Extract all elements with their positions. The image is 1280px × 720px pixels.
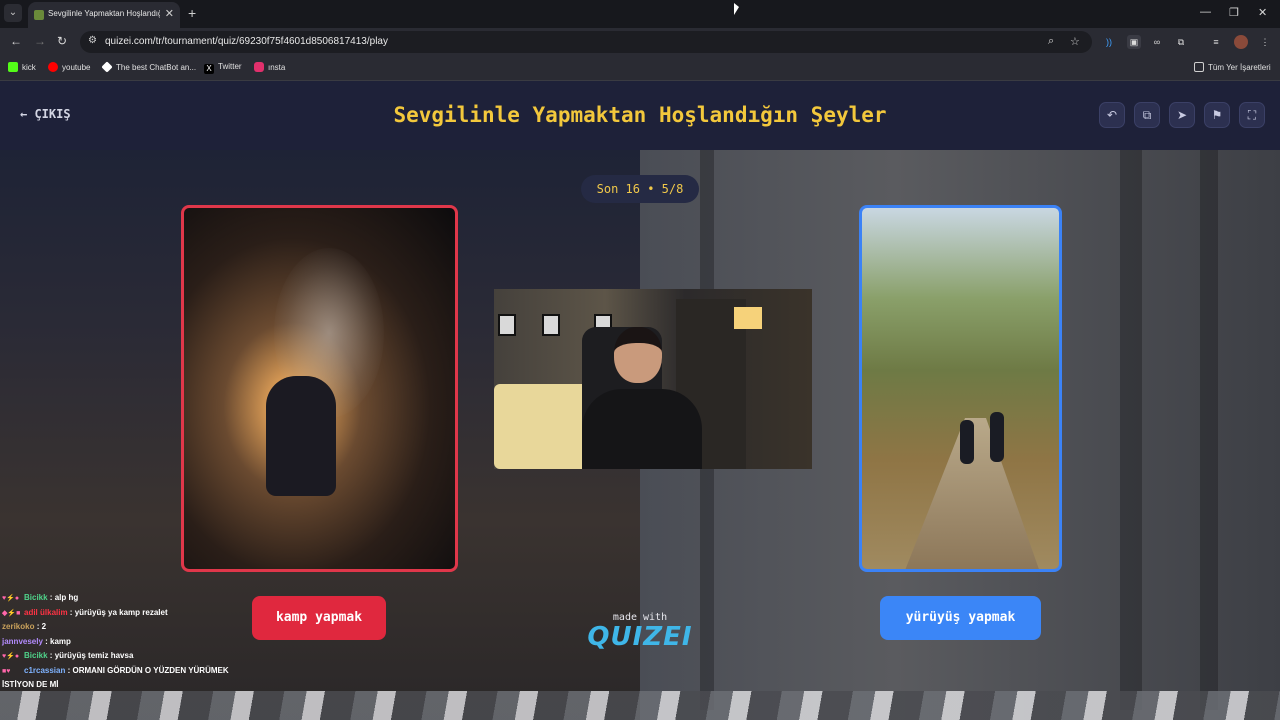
mouse-cursor-icon [734, 3, 739, 15]
reload-icon[interactable]: ↻ [57, 34, 67, 48]
share-icon[interactable]: ⧉ [1134, 102, 1160, 128]
tab-close-icon[interactable]: ✕ [165, 7, 174, 20]
chat-text: ORMANI GÖRDÜN O YÜZDEN YÜRÜMEK [72, 665, 229, 675]
chat-message: jannvesely : kamp [2, 636, 71, 646]
undo-icon[interactable]: ↶ [1099, 102, 1125, 128]
quizei-logo[interactable]: QUIZEI [580, 622, 700, 652]
bookmark-item[interactable]: youtube [48, 62, 90, 72]
new-tab-button[interactable]: + [188, 5, 196, 21]
browser-toolbar: ← → ↻ ⚙ quizei.com/tr/tournament/quiz/69… [0, 28, 1280, 56]
quiz-title: Sevgilinle Yapmaktan Hoşlandığın Şeyler [393, 103, 887, 127]
chat-badges-icon: ♥⚡● [2, 595, 20, 602]
tab-search-button[interactable]: ⌄ [4, 4, 22, 22]
tab-strip: ⌄ Sevgilinle Yapmaktan Hoşlandığ ✕ + — ❐… [0, 0, 1280, 28]
profile-avatar[interactable] [1234, 35, 1248, 49]
folder-icon [1194, 62, 1204, 72]
choice-button-right[interactable]: yürüyüş yapmak [880, 596, 1041, 640]
background-tree [1200, 150, 1218, 710]
all-bookmarks-folder[interactable]: Tüm Yer İşaretleri [1194, 62, 1271, 72]
zoom-icon[interactable]: ⌕ [1048, 35, 1054, 48]
walker-figure [960, 420, 974, 464]
chat-message: ♥⚡● Bicikk : yürüyüş temiz havsa [2, 649, 292, 664]
chat-message: ◆⚡■ adil ülkalim : yürüyüş ya kamp rezale… [2, 606, 292, 621]
webcam-couch [494, 384, 589, 469]
chat-text: yürüyüş ya kamp rezalet [74, 607, 168, 617]
choice-card-right[interactable] [859, 205, 1062, 572]
webcam-person-body [582, 389, 702, 469]
tab-favicon-icon [34, 10, 44, 20]
chat-username: zerikoko [2, 622, 35, 631]
chat-username: c1rcassian [24, 665, 66, 675]
quiz-header: ← ÇIKIŞ Sevgilinle Yapmaktan Hoşlandığın… [0, 81, 1280, 150]
url-text[interactable]: quizei.com/tr/tournament/quiz/69230f75f4… [105, 36, 388, 47]
chat-badges-icon: ◆⚡■ [2, 609, 21, 617]
chat-message: ■♥ c1rcassian : ORMANI GÖRDÜN O YÜZDEN YÜ… [2, 664, 292, 679]
campfire-person [266, 376, 336, 496]
back-arrow-icon[interactable]: ← [10, 34, 22, 48]
chatbot-icon [101, 61, 113, 73]
webcam-person [582, 327, 702, 469]
chat-text: 2 [41, 622, 47, 631]
browser-menu-icon[interactable]: ⋮ [1258, 35, 1272, 49]
background-road-stripes [0, 691, 1280, 720]
send-icon[interactable]: ➤ [1169, 102, 1195, 128]
chat-badges-icon: ♥⚡● [2, 653, 20, 660]
kick-icon [8, 62, 18, 72]
minimize-button[interactable]: — [1200, 6, 1211, 18]
flag-icon[interactable]: ⚑ [1204, 102, 1230, 128]
extensions-puzzle-icon[interactable]: ⧉ [1174, 35, 1188, 49]
chat-badges-icon: ■♥ [2, 667, 11, 675]
chat-text: İSTİYON DE Mİ [2, 680, 59, 689]
browser-chrome: ⌄ Sevgilinle Yapmaktan Hoşlandığ ✕ + — ❐… [0, 0, 1280, 81]
round-indicator: Son 16 • 5/8 [581, 175, 699, 203]
chat-message: İSTİYON DE Mİ [2, 678, 292, 693]
instagram-icon [254, 62, 264, 72]
site-info-icon[interactable]: ⚙ [88, 35, 97, 46]
fullscreen-icon[interactable]: ⛶ [1239, 102, 1265, 128]
extension-glasses-icon[interactable]: ∞ [1150, 35, 1164, 49]
webcam-person-head [614, 327, 662, 383]
bookmark-item[interactable]: kick [8, 62, 36, 72]
webcam-lamp [734, 307, 762, 329]
address-bar[interactable]: ⚙ quizei.com/tr/tournament/quiz/69230f75… [80, 31, 1092, 53]
chat-username: Bicikk [24, 651, 48, 660]
bookmark-item[interactable]: The best ChatBot an... [101, 61, 196, 73]
chat-text: alp hg [54, 593, 79, 602]
restore-button[interactable]: ❐ [1229, 6, 1239, 19]
quiz-page: ← ÇIKIŞ Sevgilinle Yapmaktan Hoşlandığın… [0, 81, 1280, 720]
walker-figure [990, 412, 1004, 462]
chat-text: kamp [50, 636, 71, 646]
close-window-button[interactable]: ✕ [1258, 6, 1267, 19]
youtube-icon [48, 62, 58, 72]
media-control-icon[interactable]: ≡ [1209, 35, 1223, 49]
webcam-frame [542, 314, 560, 336]
chat-text: yürüyüş temiz havsa [54, 651, 134, 660]
tab-title: Sevgilinle Yapmaktan Hoşlandığ [48, 9, 160, 18]
streamer-webcam [494, 289, 812, 469]
bookmark-star-icon[interactable]: ☆ [1070, 35, 1080, 48]
extension-audio-icon[interactable]: )) [1102, 35, 1116, 49]
webcam-frame [498, 314, 516, 336]
chat-message: ♥⚡● Bicikk : alp hg [2, 591, 292, 606]
stream-chat-overlay: ♥⚡● Bicikk : alp hg ◆⚡■ adil ülkalim : yür… [2, 591, 292, 693]
chat-username: Bicikk [24, 593, 48, 602]
bookmark-item[interactable]: X Twitter [204, 62, 242, 74]
bookmark-item[interactable]: ınsta [254, 62, 285, 72]
chat-username: adil ülkalim [24, 607, 68, 617]
extension-screen-icon[interactable]: ▣ [1127, 35, 1141, 49]
background-tree [1120, 150, 1142, 710]
chat-message: zerikoko : 2 [2, 622, 47, 631]
bookmarks-bar: kick youtube The best ChatBot an... X Twi… [0, 56, 1280, 81]
twitter-x-icon: X [204, 64, 214, 74]
chat-username: jannvesely [2, 636, 43, 646]
forward-arrow-icon[interactable]: → [34, 34, 46, 48]
tab-active[interactable]: Sevgilinle Yapmaktan Hoşlandığ ✕ [28, 2, 180, 28]
choice-card-left[interactable] [181, 205, 458, 572]
